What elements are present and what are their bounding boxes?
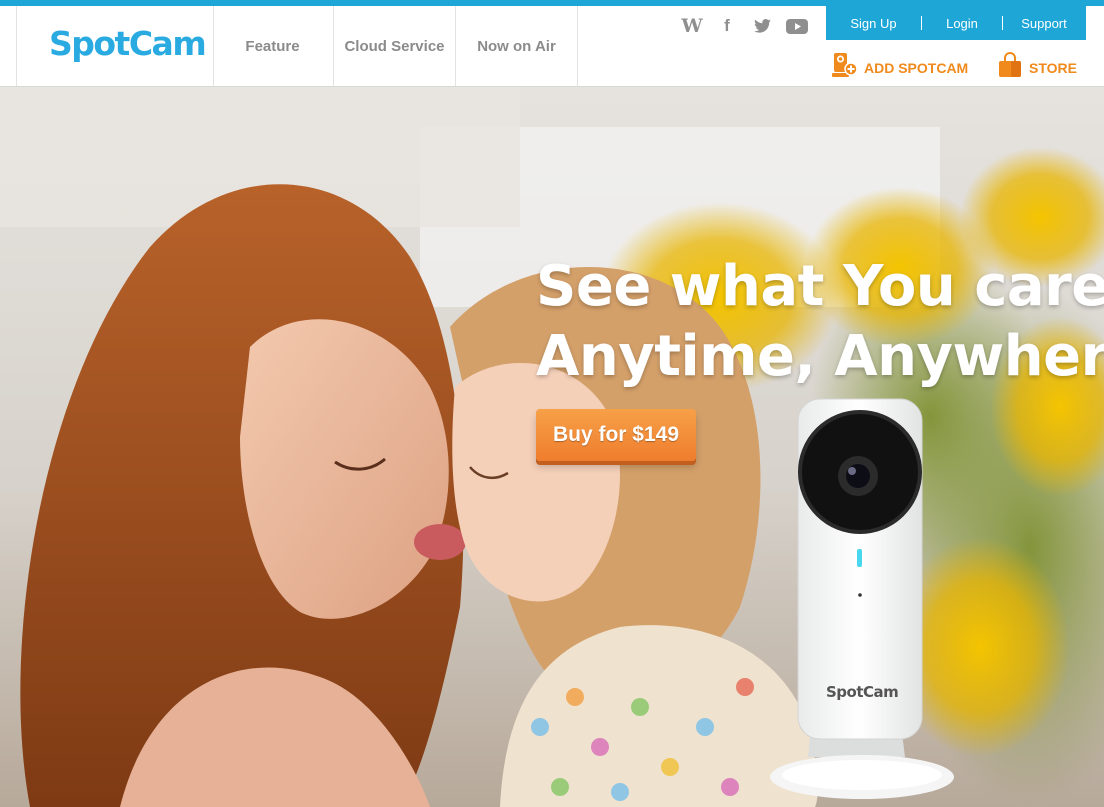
nav-cloud-service[interactable]: Cloud Service (334, 6, 456, 86)
shopping-bag-icon (997, 52, 1023, 83)
spotcam-logo[interactable]: SpotCam (49, 24, 207, 63)
add-spotcam-button[interactable]: ADD SPOTCAM (832, 52, 968, 83)
nav-now-on-air[interactable]: Now on Air (456, 6, 578, 86)
main-nav: Feature Cloud Service Now on Air (212, 6, 578, 86)
login-link[interactable]: Login (922, 16, 1002, 31)
headline-line-2: Anytime, Anywhere. (536, 324, 1104, 389)
site-header: SpotCam Feature Cloud Service Now on Air… (0, 6, 1104, 87)
add-camera-icon (832, 52, 858, 83)
store-label: STORE (1029, 59, 1077, 76)
camera-brand-label: SpotCam (826, 683, 899, 701)
twitter-icon[interactable] (750, 16, 774, 36)
headline-line-1: See what You care (536, 254, 1104, 319)
wikipedia-icon[interactable]: W (680, 15, 704, 37)
hero-headline: See what You care Anytime, Anywhere. (536, 252, 1104, 392)
signup-link[interactable]: Sign Up (826, 16, 921, 31)
add-spotcam-label: ADD SPOTCAM (864, 59, 969, 76)
nav-feature[interactable]: Feature (212, 6, 334, 86)
account-bar: Sign Up Login Support (826, 6, 1086, 40)
buy-button[interactable]: Buy for $149 (536, 409, 696, 461)
hero-banner: See what You care Anytime, Anywhere. Buy… (0, 87, 1104, 807)
facebook-icon[interactable]: f (715, 16, 739, 36)
social-links: W f (680, 15, 820, 37)
logo-container[interactable]: SpotCam (16, 6, 214, 86)
store-button[interactable]: STORE (997, 52, 1077, 83)
support-link[interactable]: Support (1003, 16, 1085, 31)
youtube-icon[interactable] (785, 16, 809, 36)
